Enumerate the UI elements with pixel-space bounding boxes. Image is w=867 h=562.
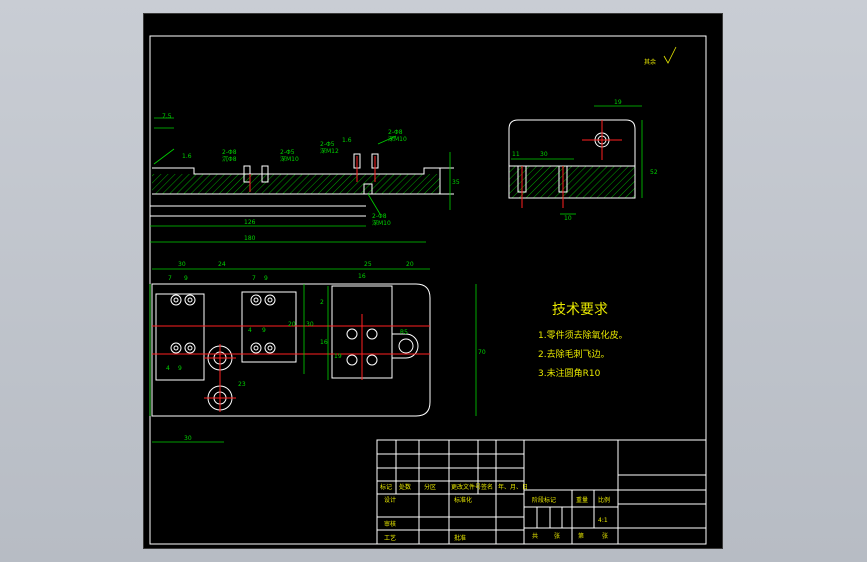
tb-zone: 分区 (424, 483, 436, 491)
dim-v5: 19 (334, 353, 342, 360)
dim-mid-b: 9 (262, 327, 266, 334)
dim-top-g: 25 (364, 261, 372, 268)
tb-approve: 批准 (454, 534, 466, 542)
dim-front-total: 180 (244, 235, 256, 242)
note-3: 3.未注圆角R10 (538, 367, 601, 379)
dim-top-c: 9 (184, 275, 188, 282)
tb-sheets1: 张 (554, 532, 560, 540)
title-block: 标记 处数 分区 更改文件号 签名 年、月、日 设计 标准化 审核 工艺 批准 … (376, 439, 707, 545)
callout-2a: 2-Φ5 (280, 149, 295, 156)
callout-3b: 深M12 (320, 147, 339, 155)
callout-1b: 沉Φ8 (222, 155, 237, 163)
dim-side-top: 19 (614, 99, 622, 106)
dim-front-height: 35 (452, 179, 460, 186)
tb-design: 设计 (384, 496, 396, 504)
dim-top-d: 24 (218, 261, 226, 268)
dim-left-b: 9 (178, 365, 182, 372)
callout-6a: 2-Φ8 (372, 213, 387, 220)
dim-front-top: 7.5 (162, 113, 172, 120)
tb-date: 年、月、日 (498, 483, 528, 491)
tb-count: 处数 (399, 483, 411, 491)
callout-5b: 深M10 (388, 135, 407, 143)
dim-v7: 23 (238, 381, 246, 388)
dim-v3: 2 (320, 299, 324, 306)
tb-sign: 签名 (481, 483, 493, 491)
tb-scale: 4:1 (598, 517, 608, 524)
tb-standard: 标准化 (454, 496, 472, 504)
callout-3a: 2-Φ5 (320, 141, 335, 148)
dim-top-h: 16 (358, 273, 366, 280)
note-1: 1.零件须去除氧化皮。 (538, 329, 628, 341)
tb-sheets2: 张 (602, 532, 608, 540)
dim-mid-a: 4 (248, 327, 252, 334)
dim-top-a: 30 (178, 261, 186, 268)
tb-stage-mark: 阶段标记 (532, 496, 556, 504)
dim-left-a: 4 (166, 365, 170, 372)
dim-front-roughness: 1.6 (182, 153, 192, 160)
tb-change-doc: 更改文件号 (451, 483, 481, 491)
dim-side-height: 52 (650, 169, 658, 176)
roughness-symbol: 其余 (644, 46, 677, 66)
tb-process: 工艺 (384, 534, 396, 542)
callout-6b: 深M10 (372, 219, 391, 227)
dim-top-b: 7 (168, 275, 172, 282)
dim-radius: R5 (400, 329, 408, 336)
dim-side-left2: 30 (540, 151, 548, 158)
tb-no: 第 (578, 532, 584, 540)
technical-notes: 技术要求 1.零件须去除氧化皮。 2.去除毛刺飞边。 3.未注圆角R10 (538, 302, 628, 379)
dim-v1: 20 (288, 321, 296, 328)
dim-v6: 70 (478, 349, 486, 356)
dim-v2: 30 (306, 321, 314, 328)
note-2: 2.去除毛刺飞边。 (538, 348, 610, 360)
notes-title: 技术要求 (552, 302, 608, 318)
front-view: 7.5 1.6 126 180 35 2-Φ8 沉Φ8 2-Φ5 深M10 2-… (149, 113, 460, 243)
dim-top-f: 9 (264, 275, 268, 282)
callout-5a: 2-Φ8 (388, 129, 403, 136)
callout-4a: 1.6 (342, 137, 352, 144)
dim-top-e: 7 (252, 275, 256, 282)
roughness-label: 其余 (644, 58, 656, 66)
tb-review: 审核 (384, 520, 396, 528)
callout-1a: 2-Φ8 (222, 149, 237, 156)
dim-front-inner: 126 (244, 219, 256, 226)
dim-bottom-len: 30 (184, 435, 192, 442)
tb-weight: 重量 (576, 496, 588, 504)
tb-total: 共 (532, 532, 538, 540)
tb-scale-label: 比例 (598, 496, 610, 504)
dim-top-i: 20 (406, 261, 414, 268)
callout-2b: 深M10 (280, 155, 299, 163)
dim-side-bottom: 10 (564, 215, 572, 222)
dim-v4: 16 (320, 339, 328, 346)
drawing-viewport[interactable]: 其余 7.5 1.6 126 180 35 2-Φ8 沉Φ8 2-Φ5 深M10 (143, 13, 723, 549)
top-view: 30 7 9 24 7 9 25 16 20 4 9 4 9 20 30 2 1… (149, 261, 486, 443)
side-view: 19 11 30 52 10 (508, 99, 658, 222)
cad-drawing: 其余 7.5 1.6 126 180 35 2-Φ8 沉Φ8 2-Φ5 深M10 (149, 35, 707, 545)
dim-side-left1: 11 (512, 151, 520, 158)
tb-mark: 标记 (380, 483, 392, 491)
